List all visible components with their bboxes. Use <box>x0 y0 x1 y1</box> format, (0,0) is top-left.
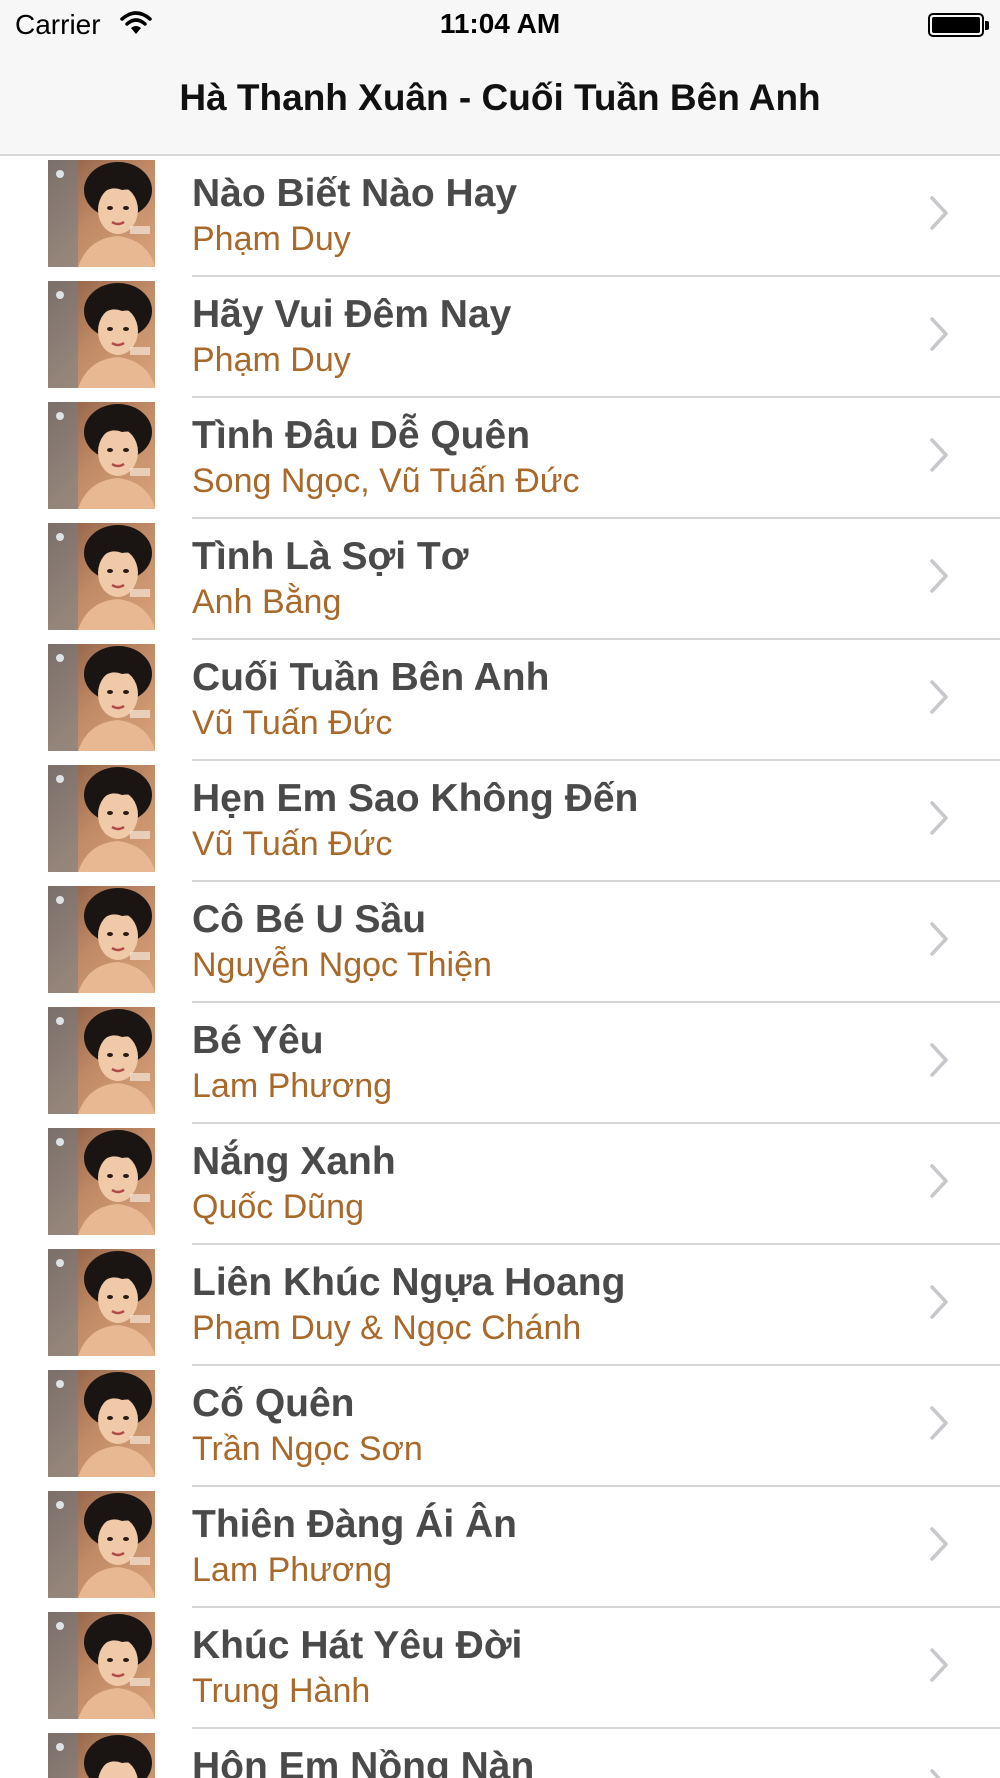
song-artist: Phạm Duy & Ngọc Chánh <box>192 1309 582 1347</box>
song-title: Nào Biết Nào Hay <box>192 172 518 215</box>
song-row[interactable]: Cô Bé U Sầu Nguyễn Ngọc Thiện <box>0 882 1000 1003</box>
song-artist: Anh Bằng <box>192 583 342 621</box>
song-artist: Quốc Dũng <box>192 1188 364 1226</box>
battery-icon <box>928 13 989 37</box>
song-row[interactable]: Hẹn Em Sao Không Đến Vũ Tuấn Đức <box>0 761 1000 882</box>
chevron-right-icon <box>930 1406 948 1440</box>
album-art-thumbnail <box>48 1491 155 1598</box>
album-art-thumbnail <box>48 765 155 872</box>
song-artist: Trung Hành <box>192 1672 371 1710</box>
song-title: Tình Là Sợi Tơ <box>192 535 469 578</box>
album-art-thumbnail <box>48 1612 155 1719</box>
status-bar: Carrier 11:04 AM <box>0 0 1000 52</box>
song-title: Bé Yêu <box>192 1019 324 1062</box>
album-art-thumbnail <box>48 886 155 993</box>
status-time: 11:04 AM <box>439 8 561 39</box>
song-row[interactable]: Liên Khúc Ngựa Hoang Phạm Duy & Ngọc Chá… <box>0 1245 1000 1366</box>
song-row[interactable]: Nắng Xanh Quốc Dũng <box>0 1124 1000 1245</box>
chevron-right-icon <box>930 317 948 351</box>
chevron-right-icon <box>930 680 948 714</box>
song-title: Cuối Tuần Bên Anh <box>192 656 550 699</box>
song-title: Hãy Vui Đêm Nay <box>192 293 512 336</box>
album-art-thumbnail <box>48 1007 155 1114</box>
chevron-right-icon <box>930 559 948 593</box>
song-row[interactable]: Khúc Hát Yêu Đời Trung Hành <box>0 1608 1000 1729</box>
song-row[interactable]: Hãy Vui Đêm Nay Phạm Duy <box>0 277 1000 398</box>
album-art-thumbnail <box>48 523 155 630</box>
chevron-right-icon <box>930 1648 948 1682</box>
chevron-right-icon <box>930 1043 948 1077</box>
song-artist: Song Ngọc, Vũ Tuấn Đức <box>192 462 580 500</box>
song-title: Khúc Hát Yêu Đời <box>192 1624 523 1667</box>
song-artist: Lam Phương <box>192 1067 393 1105</box>
song-row[interactable]: Tình Là Sợi Tơ Anh Bằng <box>0 519 1000 640</box>
album-art-thumbnail <box>48 644 155 751</box>
album-art-thumbnail <box>48 1128 155 1235</box>
chevron-right-icon <box>930 1527 948 1561</box>
song-artist: Nguyễn Ngọc Thiện <box>192 946 492 984</box>
song-title: Thiên Đàng Ái Ân <box>192 1503 517 1546</box>
chevron-right-icon <box>930 196 948 230</box>
song-title: Cô Bé U Sầu <box>192 898 427 941</box>
chevron-right-icon <box>930 438 948 472</box>
song-artist: Phạm Duy <box>192 341 351 379</box>
chevron-right-icon <box>930 922 948 956</box>
song-title: Nắng Xanh <box>192 1140 396 1183</box>
album-art-thumbnail <box>48 160 155 267</box>
navigation-bar: Carrier 11:04 AM Hà Thanh Xuân - Cuối Tu… <box>0 0 1000 156</box>
album-art-thumbnail <box>48 1249 155 1356</box>
chevron-right-icon <box>930 1164 948 1198</box>
song-row[interactable]: Cố Quên Trần Ngọc Sơn <box>0 1366 1000 1487</box>
album-art-thumbnail <box>48 402 155 509</box>
album-art-thumbnail <box>48 1370 155 1477</box>
chevron-right-icon <box>930 801 948 835</box>
chevron-right-icon <box>930 1769 941 1778</box>
song-title: Hẹn Em Sao Không Đến <box>192 777 639 820</box>
song-artist: Phạm Duy <box>192 220 351 258</box>
song-row[interactable]: Nào Biết Nào Hay Phạm Duy <box>0 156 1000 277</box>
song-row[interactable]: Cuối Tuần Bên Anh Vũ Tuấn Đức <box>0 640 1000 761</box>
app-screen: Carrier 11:04 AM Hà Thanh Xuân - Cuối Tu… <box>0 0 1000 1778</box>
song-title: Cố Quên <box>192 1382 355 1425</box>
song-title: Liên Khúc Ngựa Hoang <box>192 1261 626 1304</box>
song-row[interactable]: Tình Đâu Dễ Quên Song Ngọc, Vũ Tuấn Đức <box>0 398 1000 519</box>
album-art-thumbnail <box>48 1733 155 1778</box>
song-row[interactable]: Thiên Đàng Ái Ân Lam Phương <box>0 1487 1000 1608</box>
song-artist: Trần Ngọc Sơn <box>192 1430 423 1468</box>
album-art-thumbnail <box>48 281 155 388</box>
song-artist: Lam Phương <box>192 1551 393 1589</box>
song-row[interactable]: Bé Yêu Lam Phương <box>0 1003 1000 1124</box>
chevron-right-icon <box>930 1285 948 1319</box>
song-title: Tình Đâu Dễ Quên <box>192 414 531 457</box>
song-list[interactable]: Nào Biết Nào Hay Phạm Duy Hãy Vui Đêm Na… <box>0 156 1000 1778</box>
song-artist: Vũ Tuấn Đức <box>192 825 393 863</box>
song-artist: Vũ Tuấn Đức <box>192 704 393 742</box>
song-row[interactable]: Hôn Em Nồng Nàn <box>0 1729 1000 1778</box>
song-title: Hôn Em Nồng Nàn <box>192 1745 535 1778</box>
page-title: Hà Thanh Xuân - Cuối Tuần Bên Anh <box>179 77 821 118</box>
